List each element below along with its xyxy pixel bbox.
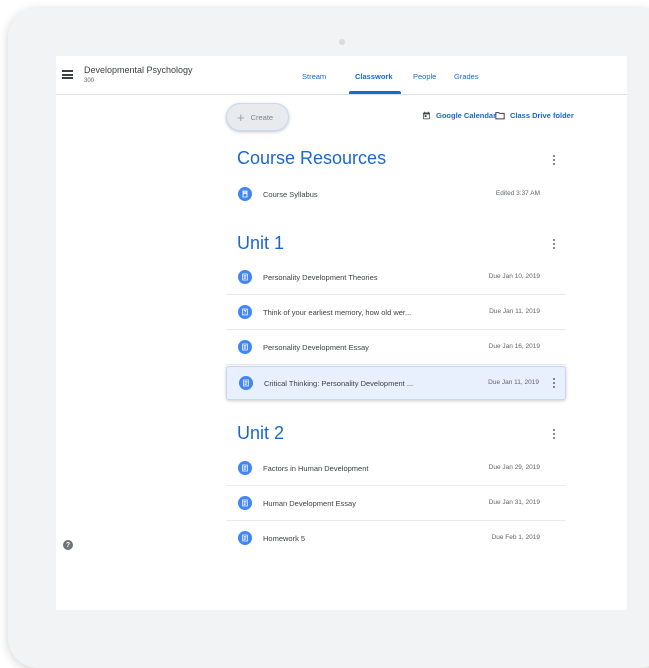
section-title-unit-1: Unit 1	[237, 233, 285, 253]
tablet-frame: Developmental Psychology 300 Stream Clas…	[8, 8, 649, 668]
item-meta: Edited 3:37 AM	[495, 190, 540, 197]
question-icon	[238, 305, 252, 319]
folder-icon	[495, 112, 505, 120]
item-meta: Due Jan 11, 2019	[488, 379, 539, 386]
assignment-icon	[239, 376, 253, 390]
item-meta: Due Jan 29, 2019	[488, 464, 540, 471]
list-item[interactable]: Course Syllabus Edited 3:37 AM	[226, 178, 566, 212]
course-title: Developmental Psychology	[84, 65, 193, 75]
top-app-bar: Developmental Psychology 300 Stream Clas…	[56, 56, 627, 95]
class-drive-folder-link[interactable]: Class Drive folder	[495, 111, 574, 120]
item-title: Course Syllabus	[263, 190, 318, 199]
assignment-icon	[238, 461, 252, 475]
classroom-screen: Developmental Psychology 300 Stream Clas…	[56, 56, 627, 610]
assignment-icon	[238, 340, 252, 354]
hamburger-menu-icon[interactable]	[62, 70, 73, 79]
item-title: Factors in Human Development	[263, 464, 369, 473]
tab-people[interactable]: People	[413, 72, 436, 81]
google-calendar-label: Google Calendar	[436, 111, 497, 120]
course-section: 300	[84, 78, 95, 84]
list-item[interactable]: Personality Development Essay Due Jan 16…	[226, 331, 566, 365]
calendar-icon	[423, 111, 430, 120]
section-title-course-resources: Course Resources	[237, 148, 387, 168]
list-item[interactable]: Personality Development Theories Due Jan…	[226, 261, 566, 295]
item-meta: Due Jan 16, 2019	[488, 343, 540, 350]
item-title: Personality Development Essay	[263, 343, 369, 352]
list-item[interactable]: Think of your earliest memory, how old w…	[226, 296, 566, 330]
item-meta: Due Jan 31, 2019	[488, 499, 540, 506]
help-icon[interactable]: ?	[63, 540, 73, 550]
create-label: Create	[250, 112, 274, 122]
camera-dot	[339, 39, 345, 45]
list-item[interactable]: Homework 5 Due Feb 1, 2019	[226, 522, 566, 556]
item-title: Critical Thinking: Personality Developme…	[264, 379, 414, 388]
list-item[interactable]: Human Development Essay Due Jan 31, 2019	[226, 487, 566, 521]
list-item-selected[interactable]: Critical Thinking: Personality Developme…	[226, 366, 566, 400]
active-tab-indicator	[349, 91, 401, 94]
more-vert-icon[interactable]	[553, 429, 555, 439]
list-item[interactable]: Factors in Human Development Due Jan 29,…	[226, 452, 566, 486]
tab-grades[interactable]: Grades	[454, 72, 479, 81]
item-meta: Due Jan 11, 2019	[489, 308, 540, 315]
section-title-unit-2: Unit 2	[237, 423, 285, 443]
google-calendar-link[interactable]: Google Calendar	[422, 111, 496, 120]
item-title: Human Development Essay	[263, 499, 356, 508]
more-vert-icon[interactable]	[553, 239, 555, 249]
item-more-vert-icon[interactable]	[553, 378, 555, 388]
plus-icon: +	[237, 109, 245, 125]
item-title: Think of your earliest memory, how old w…	[263, 308, 412, 317]
item-title: Homework 5	[263, 534, 306, 543]
tab-stream[interactable]: Stream	[302, 72, 326, 81]
tab-classwork[interactable]: Classwork	[355, 72, 393, 81]
assignment-icon	[238, 270, 252, 284]
item-meta: Due Feb 1, 2019	[491, 534, 540, 541]
item-title: Personality Development Theories	[263, 273, 378, 282]
item-meta: Due Jan 10, 2019	[488, 273, 540, 280]
material-icon	[238, 187, 252, 201]
assignment-icon	[238, 496, 252, 510]
assignment-icon	[238, 531, 252, 545]
more-vert-icon[interactable]	[553, 155, 555, 165]
class-drive-folder-label: Class Drive folder	[510, 111, 574, 120]
create-button[interactable]: + Create	[226, 103, 289, 131]
